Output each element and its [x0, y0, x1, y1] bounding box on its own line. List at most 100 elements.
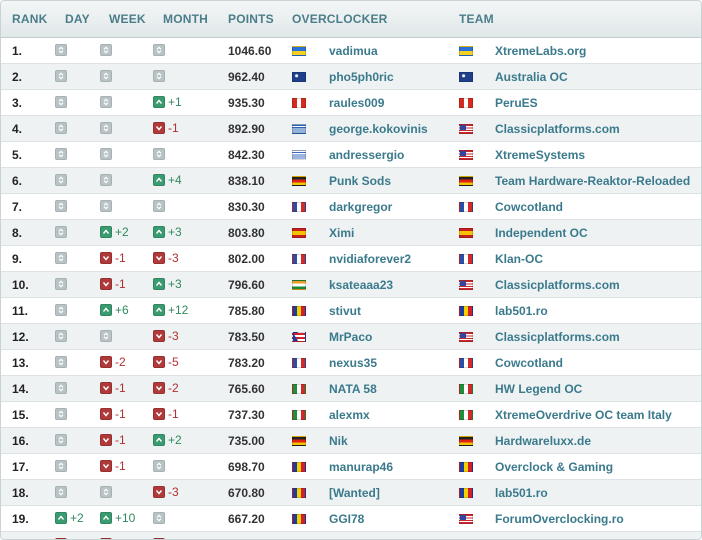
- overclocker-link[interactable]: nvidiaforever2: [329, 252, 411, 266]
- team-link[interactable]: Hardwareluxx.de: [495, 434, 591, 448]
- month-change-value: -2: [168, 381, 179, 395]
- rank-down-icon: [153, 382, 165, 394]
- month-change: -2: [153, 381, 179, 395]
- no-change-icon: [100, 486, 112, 498]
- col-rank-header: RANK: [12, 12, 48, 26]
- month-change-value: +1: [168, 95, 182, 109]
- points-cell: 698.70: [228, 460, 265, 474]
- team-link[interactable]: XtremeLabs.org: [495, 44, 586, 58]
- overclocker-link[interactable]: GGI78: [329, 512, 364, 526]
- team-link[interactable]: Klan-OC: [495, 252, 543, 266]
- week-change: [100, 199, 112, 213]
- col-month-header[interactable]: MONTH: [163, 12, 208, 26]
- month-change: -3: [153, 485, 179, 499]
- team-link[interactable]: Overclock & Gaming: [495, 460, 613, 474]
- month-change: [153, 199, 165, 213]
- col-overclocker-header[interactable]: OVERCLOCKER: [292, 12, 388, 26]
- no-change-icon: [55, 434, 67, 446]
- overclocker-link[interactable]: pho5ph0ric: [329, 70, 394, 84]
- overclocker-link[interactable]: Nik: [329, 434, 348, 448]
- team-link[interactable]: Cowcotland: [495, 200, 563, 214]
- overclocker-link[interactable]: george.kokovinis: [329, 122, 428, 136]
- rank-down-icon: [153, 122, 165, 134]
- rank-up-icon: [153, 304, 165, 316]
- overclocker-link[interactable]: vadimua: [329, 44, 378, 58]
- overclocker-link[interactable]: MrPaco: [329, 330, 372, 344]
- rank-up-icon: [55, 512, 67, 524]
- team-link[interactable]: Independent OC: [495, 226, 588, 240]
- country-flag-icon: [292, 488, 306, 498]
- team-link[interactable]: lab501.ro: [495, 304, 548, 318]
- overclocker-link[interactable]: raules009: [329, 96, 384, 110]
- col-points-header[interactable]: POINTS: [228, 12, 274, 26]
- month-change-value: +2: [168, 433, 182, 447]
- overclocker-link[interactable]: Ximi: [329, 226, 354, 240]
- month-change: +12: [153, 303, 188, 317]
- team-flag-icon: [459, 254, 473, 264]
- overclocker-link[interactable]: ksateaaa23: [329, 278, 393, 292]
- rank-cell: 4.: [12, 122, 23, 136]
- country-flag-icon: [292, 410, 306, 420]
- team-link[interactable]: HW Legend OC: [495, 382, 582, 396]
- no-change-icon: [55, 486, 67, 498]
- overclocker-link[interactable]: alexmx: [329, 408, 370, 422]
- col-day-header[interactable]: DAY: [65, 12, 90, 26]
- overclocker-link[interactable]: nexus35: [329, 356, 377, 370]
- overclocker-link[interactable]: NATA 58: [329, 382, 377, 396]
- no-change-icon: [100, 70, 112, 82]
- team-link[interactable]: Australia OC: [495, 70, 568, 84]
- overclocker-link[interactable]: andressergio: [329, 148, 404, 162]
- team-link[interactable]: XtremeSystems: [495, 148, 585, 162]
- team-link[interactable]: PeruES: [495, 96, 538, 110]
- day-change: [55, 329, 67, 343]
- rank-down-icon: [153, 356, 165, 368]
- overclocker-link[interactable]: [Wanted]: [329, 486, 380, 500]
- team-link[interactable]: Classicplatforms.com: [495, 330, 620, 344]
- rank-up-icon: [153, 226, 165, 238]
- team-link[interactable]: XtremeOverdrive OC team Italy: [495, 408, 672, 422]
- team-link[interactable]: Team Hardware-Reaktor-Reloaded: [495, 174, 690, 188]
- table-row: 13. -2 -5 783.20 nexus35 Cowcotland: [1, 350, 701, 376]
- country-flag-icon: [292, 384, 306, 394]
- country-flag-icon: [292, 72, 306, 82]
- team-link[interactable]: lab501.ro: [495, 486, 548, 500]
- points-cell: 892.90: [228, 122, 265, 136]
- country-flag-icon: [292, 254, 306, 264]
- rank-cell: 18.: [12, 486, 29, 500]
- team-flag-icon: [459, 202, 473, 212]
- country-flag-icon: [292, 150, 306, 160]
- overclocker-link[interactable]: Punk Sods: [329, 174, 391, 188]
- team-link[interactable]: Classicplatforms.com: [495, 122, 620, 136]
- team-link[interactable]: Cowcotland: [495, 356, 563, 370]
- overclocker-link[interactable]: darkgregor: [329, 200, 392, 214]
- points-cell: 670.80: [228, 486, 265, 500]
- team-link[interactable]: Classicplatforms.com: [495, 278, 620, 292]
- table-row: 15. -1 -1 737.30 alexmx XtremeOverdrive OC te…: [1, 402, 701, 428]
- table-row: 10. -1 +3 796.60 ksateaaa23 Classicplatforms.…: [1, 272, 701, 298]
- points-cell: 735.00: [228, 434, 265, 448]
- day-change: [55, 277, 67, 291]
- table-row: 9. -1 -3 802.00 nvidiaforever2 Klan-OC: [1, 246, 701, 272]
- month-change: [153, 147, 165, 161]
- month-change: -3: [153, 329, 179, 343]
- rank-up-icon: [153, 278, 165, 290]
- week-change: -1: [100, 381, 126, 395]
- week-change: [100, 121, 112, 135]
- month-change-value: +3: [168, 225, 182, 239]
- rank-down-icon: [100, 408, 112, 420]
- rank-cell: 14.: [12, 382, 29, 396]
- no-change-icon: [55, 122, 67, 134]
- table-row: 6. +4 838.10 Punk Sods Team Hardware-Reaktor…: [1, 168, 701, 194]
- col-team-header[interactable]: TEAM: [459, 12, 494, 26]
- country-flag-icon: [292, 358, 306, 368]
- overclocker-link[interactable]: stivut: [329, 304, 361, 318]
- no-change-icon: [153, 200, 165, 212]
- month-change: [153, 459, 165, 473]
- team-link[interactable]: ForumOverclocking.ro: [495, 512, 624, 526]
- col-week-header[interactable]: WEEK: [109, 12, 146, 26]
- week-change: -1: [100, 407, 126, 421]
- overclocker-link[interactable]: manurap46: [329, 460, 393, 474]
- rank-cell: 16.: [12, 434, 29, 448]
- no-change-icon: [55, 460, 67, 472]
- points-cell: 802.00: [228, 252, 265, 266]
